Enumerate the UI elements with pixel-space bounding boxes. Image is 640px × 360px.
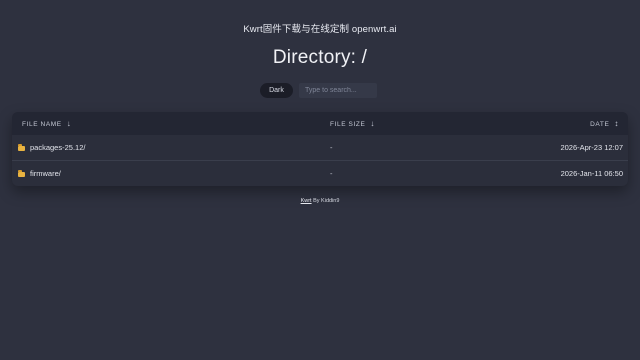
folder-icon (18, 170, 25, 177)
sort-down-icon[interactable]: ↓ (67, 112, 72, 135)
directory-heading: Directory: / (272, 47, 368, 68)
column-header-date[interactable]: DATE ↕ (590, 112, 619, 136)
sort-updown-icon[interactable]: ↕ (614, 112, 619, 135)
file-size-cell: - (330, 169, 333, 178)
table-row[interactable]: firmware/ - 2026-Jan-11 06:50 (12, 161, 628, 186)
file-table: FILE NAME ↓ FILE SIZE ↓ DATE ↕ packages-25.… (12, 112, 628, 186)
site-title: Kwrt固件下载与在线定制 openwrt.ai (243, 24, 397, 35)
column-header-file-size[interactable]: FILE SIZE ↓ (330, 112, 375, 136)
file-name-cell: firmware/ (18, 161, 61, 186)
footer-credit: By Kiddin9 (311, 198, 340, 204)
controls-bar: Dark (0, 83, 640, 99)
folder-icon (18, 144, 25, 151)
footer: Kwrt By Kiddin9 (0, 198, 640, 204)
footer-link[interactable]: Kwrt (301, 198, 312, 204)
search-input[interactable] (299, 83, 377, 98)
directory-listing-page: Kwrt固件下载与在线定制 openwrt.ai Directory: / Da… (0, 0, 640, 360)
file-link[interactable]: packages-25.12/ (30, 143, 85, 152)
column-header-label: FILE SIZE (330, 121, 366, 128)
file-link[interactable]: firmware/ (30, 169, 61, 178)
theme-toggle-button[interactable]: Dark (260, 83, 293, 98)
file-date-cell: 2026-Jan-11 06:50 (560, 169, 623, 178)
file-name-cell: packages-25.12/ (18, 135, 85, 160)
file-size-cell: - (330, 143, 333, 152)
sort-down-icon[interactable]: ↓ (370, 112, 375, 135)
table-row[interactable]: packages-25.12/ - 2026-Apr-23 12:07 (12, 135, 628, 161)
file-date-cell: 2026-Apr-23 12:07 (560, 143, 623, 152)
table-header: FILE NAME ↓ FILE SIZE ↓ DATE ↕ (12, 112, 628, 135)
column-header-file-name[interactable]: FILE NAME ↓ (22, 112, 71, 136)
column-header-label: DATE (590, 121, 610, 128)
column-header-label: FILE NAME (22, 121, 62, 128)
